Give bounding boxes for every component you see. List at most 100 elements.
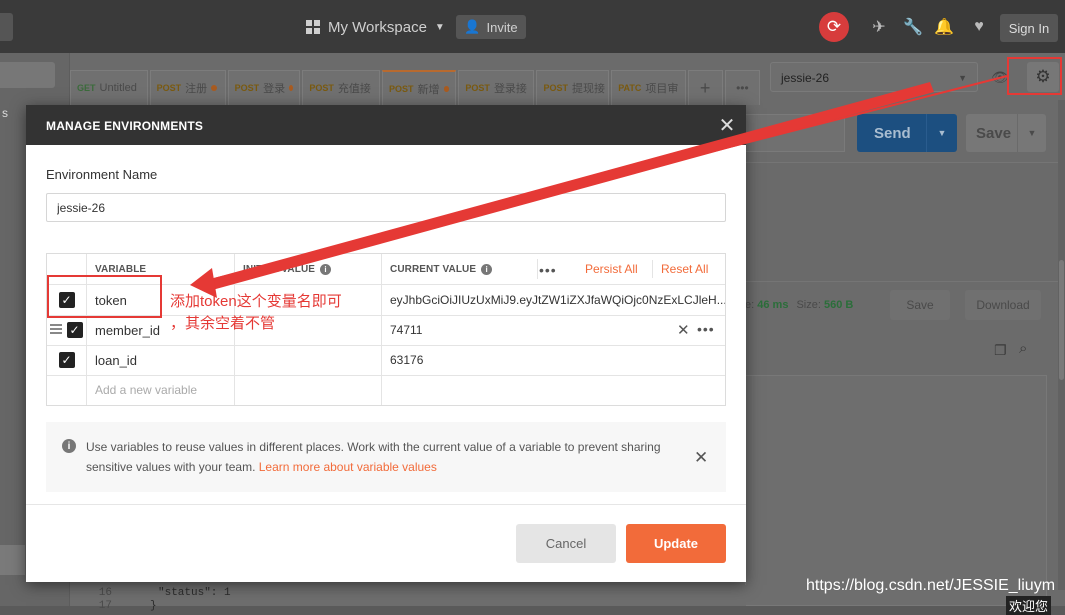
sidebar-tab[interactable]: s [0, 96, 26, 126]
invite-button[interactable]: 👤 Invite [456, 15, 526, 39]
request-params-area [745, 162, 1061, 282]
environment-select[interactable]: jessie-26 ▼ [770, 62, 978, 92]
update-button[interactable]: Update [626, 524, 726, 563]
annotation-box-token [47, 275, 162, 318]
tab-method: POST [234, 83, 260, 93]
request-tab[interactable]: POST 注册 [149, 70, 226, 105]
workspace-switcher[interactable]: My Workspace ▼ [306, 14, 445, 40]
tab-label: Untitled [99, 82, 137, 94]
code-editor: 16 "status": 1 17 } [70, 585, 746, 612]
send-label: Send [874, 124, 911, 142]
code-line: "status": 1 [158, 587, 231, 599]
checkbox-checked-icon[interactable]: ✓ [66, 322, 83, 338]
download-button[interactable]: Download [965, 290, 1041, 320]
learn-more-link[interactable]: Learn more about variable values [259, 460, 437, 474]
wrench-icon[interactable]: 🔧 [902, 16, 924, 38]
environment-select-value: jessie-26 [781, 71, 830, 85]
info-icon: i [62, 439, 76, 453]
time-label: e: [745, 299, 755, 311]
new-button-edge[interactable] [0, 13, 13, 41]
more-options-icon[interactable]: ••• [539, 262, 557, 278]
tab-label: 登录 [263, 83, 286, 95]
chevron-down-icon: ▼ [958, 73, 967, 83]
drag-handle-icon[interactable] [50, 324, 62, 336]
heart-icon[interactable]: ♥ [968, 16, 990, 38]
request-tab[interactable]: POST 提现接 [536, 70, 610, 105]
info-icon[interactable]: i [320, 263, 332, 275]
response-meta: e: 46 ms Size: 560 B [745, 295, 895, 315]
save-response-button[interactable]: Save [890, 290, 950, 320]
chevron-down-icon[interactable]: ▼ [1017, 114, 1046, 152]
close-icon[interactable]: ✕ [694, 448, 708, 468]
tab-label: 注册 [185, 83, 208, 95]
persist-all-link[interactable]: Persist All [585, 262, 638, 276]
environment-name-input[interactable] [46, 193, 726, 222]
add-user-icon: 👤 [464, 19, 481, 34]
tab-label: 新增 [417, 84, 440, 96]
current-value[interactable]: eyJhbGciOiJIUzUxMiJ9.eyJtZW1iZXJfaWQiOjc… [382, 285, 725, 315]
tab-method: POST [389, 84, 414, 94]
sync-icon[interactable]: ⟳ [819, 12, 849, 42]
line-number: 16 [98, 587, 112, 599]
delete-row-icon[interactable]: ✕ [677, 321, 690, 339]
add-variable-input[interactable]: Add a new variable [87, 375, 235, 405]
initial-value[interactable] [235, 345, 382, 375]
info-box: i Use variables to reuse values in diffe… [46, 422, 726, 492]
save-button[interactable]: Save ▼ [966, 114, 1046, 152]
search-icon[interactable]: ⌕ [1019, 340, 1037, 358]
unsaved-dot-icon [443, 86, 450, 92]
url-input[interactable] [745, 114, 845, 152]
current-value[interactable]: 74711 [382, 315, 725, 345]
workspace-name: My Workspace [328, 18, 427, 36]
info-text: Use variables to reuse values in differe… [86, 437, 666, 477]
modal-title: MANAGE ENVIRONMENTS [26, 105, 746, 145]
variable-name[interactable]: loan_id [87, 345, 235, 375]
sign-in-button[interactable]: Sign In [1000, 14, 1058, 42]
tab-method: POST [465, 83, 490, 93]
tab-label: 登录接 [493, 83, 527, 95]
checkbox-checked-icon[interactable]: ✓ [58, 352, 75, 368]
row-check-cell: ✓ [47, 345, 87, 375]
manage-environments-modal: MANAGE ENVIRONMENTS ✕ Environment Name V… [26, 105, 746, 582]
annotation-text: 添加token这个变量名即可 [170, 293, 342, 310]
environment-name-label: Environment Name [46, 167, 158, 182]
info-icon[interactable]: i [481, 263, 493, 275]
save-label: Save [976, 124, 1012, 142]
request-tab[interactable]: POST 登录接 [458, 70, 535, 105]
send-button[interactable]: Send ▼ [857, 114, 957, 152]
satellite-icon[interactable]: ✈ [868, 16, 890, 38]
tab-method: GET [77, 83, 96, 93]
reset-all-link[interactable]: Reset All [661, 262, 708, 276]
new-current-value[interactable] [382, 375, 725, 405]
request-tab-active[interactable]: POST 新增 [382, 70, 457, 106]
new-initial-value[interactable] [235, 375, 382, 405]
scrollbar[interactable] [1058, 100, 1065, 590]
new-tab-plus-icon[interactable]: + [687, 70, 723, 105]
annotation-text: ，其余空着不管 [170, 315, 276, 332]
cancel-button[interactable]: Cancel [516, 524, 616, 563]
row-check-cell: ✓ [47, 315, 87, 345]
copy-icon[interactable]: ❐ [994, 342, 1012, 360]
tab-method: PATC [618, 83, 642, 93]
sidebar-search-input[interactable] [0, 62, 55, 88]
request-tab[interactable]: POST 登录 [227, 70, 301, 105]
row-more-icon[interactable]: ••• [697, 321, 715, 337]
code-line: } [150, 600, 157, 612]
column-initial-label: INITIAL VALUE [243, 263, 316, 275]
close-icon[interactable]: ✕ [716, 113, 738, 137]
divider [26, 504, 746, 505]
bell-icon[interactable]: 🔔 [933, 16, 955, 38]
tabs-more-icon[interactable]: ••• [724, 70, 760, 105]
invite-label: Invite [486, 19, 518, 35]
current-value[interactable]: 63176 [382, 345, 725, 375]
response-body [745, 375, 1047, 606]
chevron-down-icon[interactable]: ▼ [926, 114, 957, 152]
request-tab[interactable]: POST 充值接 [302, 70, 381, 105]
request-tab[interactable]: GET Untitled [70, 70, 148, 105]
request-tab[interactable]: PATC 项目审 [611, 70, 686, 105]
tab-method: POST [309, 83, 334, 93]
tab-label: 充值接 [337, 83, 371, 95]
column-current-label: CURRENT VALUE [390, 263, 477, 275]
table-row: ✓ loan_id 63176 [47, 345, 725, 376]
divider [652, 260, 653, 278]
